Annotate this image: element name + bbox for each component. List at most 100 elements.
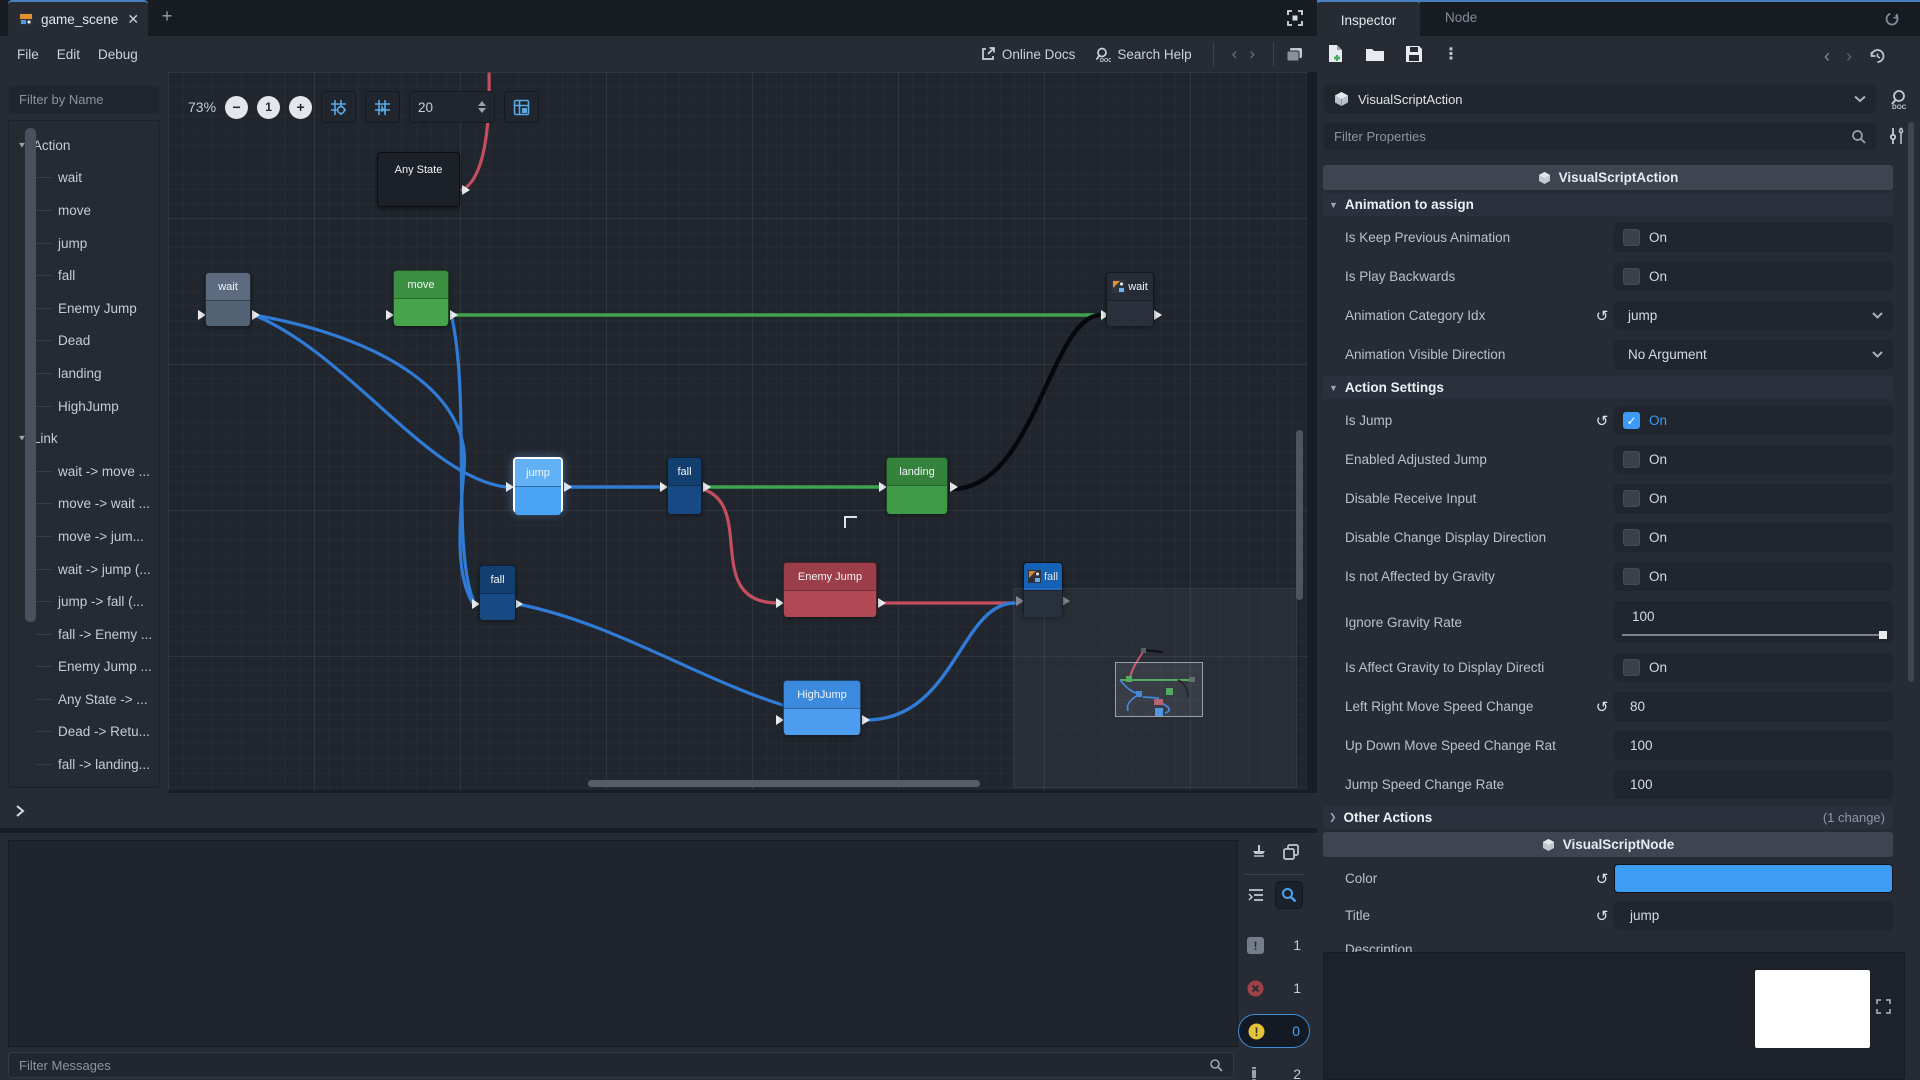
property-row-up-down-move-speed-change-rat: Up Down Move Speed Change Rat100 (1323, 726, 1893, 765)
grid-toggle-button[interactable] (365, 91, 400, 123)
tree-item[interactable]: fall -> landing... (9, 748, 159, 781)
property-value[interactable]: 100 (1614, 731, 1893, 760)
property-value[interactable]: On (1614, 445, 1893, 474)
tree-item[interactable]: Enemy Jump ... (9, 651, 159, 684)
property-value[interactable]: On (1614, 562, 1893, 591)
online-docs-button[interactable]: Online Docs (1002, 43, 1085, 66)
graph-vscrollbar[interactable] (1296, 430, 1303, 600)
tree-item[interactable]: Any State -> ... (9, 683, 159, 716)
checkbox[interactable] (1623, 529, 1640, 546)
property-value[interactable]: jump (1614, 901, 1893, 930)
property-value[interactable]: 100 (1614, 601, 1893, 643)
section-other-actions[interactable]: ❯Other Actions(1 change) (1323, 806, 1893, 829)
graph-node-jump[interactable]: jump (513, 457, 563, 513)
property-value[interactable]: 100 (1614, 770, 1893, 799)
property-tools-icon[interactable] (1888, 126, 1907, 146)
filter-properties-input[interactable]: Filter Properties (1323, 122, 1877, 151)
revert-icon[interactable]: ↺ (1590, 412, 1614, 430)
checkbox[interactable] (1623, 490, 1640, 507)
expand-description-icon[interactable] (1875, 998, 1892, 1015)
property-value[interactable]: On (1614, 653, 1893, 682)
load-resource-icon[interactable] (1365, 46, 1385, 63)
graph-node-wait[interactable]: wait (1106, 272, 1154, 325)
graph-node-enemy-jump[interactable]: Enemy Jump (783, 562, 877, 616)
expand-panel-icon[interactable] (14, 804, 26, 818)
tab-game-scene[interactable]: game_scene ✕ (8, 0, 148, 36)
property-value[interactable]: 80 (1614, 692, 1893, 721)
copy-console-icon[interactable] (1282, 843, 1300, 861)
state-machine-graph[interactable]: Any State wait move wait jump fall landingEnem… (168, 72, 1307, 790)
badge-edit-pencil[interactable]: 2 (1238, 1057, 1310, 1080)
float-panel-icon[interactable] (1286, 47, 1303, 62)
checkbox[interactable] (1623, 229, 1640, 246)
graph-node-landing[interactable]: landing (886, 457, 948, 513)
slider-track[interactable] (1622, 634, 1885, 636)
graph-node-fall[interactable]: fall (667, 457, 702, 513)
revert-icon[interactable]: ↺ (1590, 307, 1614, 325)
search-doc-inspector-icon[interactable]: DOC (1888, 88, 1908, 110)
tree-scrollbar[interactable] (25, 128, 36, 622)
history-forward-button[interactable]: › (1243, 44, 1261, 64)
search-help-button[interactable]: Search Help (1117, 43, 1200, 66)
graph-node-highjump[interactable]: HighJump (783, 680, 861, 734)
history-icon[interactable] (1868, 47, 1887, 66)
property-value[interactable]: No Argument (1614, 340, 1893, 369)
badge-error-circle[interactable]: 1 (1238, 971, 1310, 1005)
clear-console-icon[interactable] (1250, 843, 1268, 861)
badge-warning-circle[interactable]: !0 (1238, 1014, 1310, 1048)
checkbox[interactable]: ✓ (1623, 412, 1640, 429)
menu-edit[interactable]: Edit (48, 43, 89, 66)
checkbox[interactable] (1623, 568, 1640, 585)
snap-toggle-button[interactable] (321, 91, 356, 123)
checkbox[interactable] (1623, 268, 1640, 285)
graph-hscrollbar[interactable] (588, 780, 980, 787)
section-action-settings[interactable]: ▼Action Settings (1323, 376, 1893, 399)
inspector-scrollbar[interactable] (1908, 122, 1914, 682)
tab-node[interactable]: Node (1445, 10, 1477, 25)
tree-item[interactable]: fall -> Enemy ... (9, 618, 159, 651)
property-value[interactable]: ✓On (1614, 406, 1893, 435)
zoom-out-button[interactable]: − (225, 96, 248, 119)
property-value[interactable]: jump (1614, 301, 1893, 330)
property-value[interactable]: On (1614, 523, 1893, 552)
history-back-button[interactable]: ‹ (1226, 44, 1244, 64)
save-resource-icon[interactable] (1405, 45, 1423, 63)
zoom-in-button[interactable]: + (289, 96, 312, 119)
new-tab-button[interactable]: + (156, 6, 178, 30)
graph-node-wait[interactable]: wait (205, 272, 251, 325)
graph-node-any-state[interactable]: Any State (377, 152, 460, 207)
collapse-tree-icon[interactable] (1247, 887, 1265, 903)
checkbox[interactable] (1623, 451, 1640, 468)
minimap-camera-rect[interactable] (1115, 662, 1203, 717)
minimap-toggle-button[interactable] (504, 91, 539, 123)
filter-messages-input[interactable]: Filter Messages (8, 1052, 1234, 1078)
badge-alert-square[interactable]: !1 (1238, 928, 1310, 962)
revert-icon[interactable]: ↺ (1590, 698, 1614, 716)
console-search-button[interactable] (1275, 881, 1303, 909)
filter-by-name-input[interactable]: Filter by Name (8, 85, 160, 114)
close-icon[interactable]: ✕ (127, 11, 139, 28)
section-animation-to-assign[interactable]: ▼Animation to assign (1323, 193, 1893, 216)
property-value[interactable] (1614, 864, 1893, 893)
resource-extra-menu-icon[interactable]: ⋮ (1443, 44, 1459, 64)
resource-selector[interactable]: VisualScriptAction (1323, 84, 1877, 114)
zoom-reset-button[interactable]: 1 (257, 96, 280, 119)
revert-icon[interactable]: ↺ (1590, 870, 1614, 888)
menu-file[interactable]: File (8, 43, 48, 66)
property-value[interactable]: On (1614, 262, 1893, 291)
new-resource-icon[interactable] (1326, 44, 1345, 64)
property-value[interactable]: On (1614, 223, 1893, 252)
revert-icon[interactable]: ↺ (1590, 907, 1614, 925)
graph-node-move[interactable]: move (393, 270, 449, 325)
menu-debug[interactable]: Debug (89, 43, 147, 66)
tab-inspector[interactable]: Inspector (1317, 0, 1420, 38)
inspector-back-button[interactable]: ‹ (1824, 46, 1830, 67)
checkbox[interactable] (1623, 659, 1640, 676)
snap-distance-spinbox[interactable]: 20 (409, 91, 495, 123)
tree-item[interactable]: Dead -> Retu... (9, 716, 159, 749)
inspector-forward-button[interactable]: › (1846, 46, 1852, 67)
graph-node-fall[interactable]: fall (479, 565, 516, 619)
slider-handle[interactable] (1879, 631, 1887, 639)
property-value[interactable]: On (1614, 484, 1893, 513)
expand-graph-icon[interactable] (1286, 9, 1304, 27)
